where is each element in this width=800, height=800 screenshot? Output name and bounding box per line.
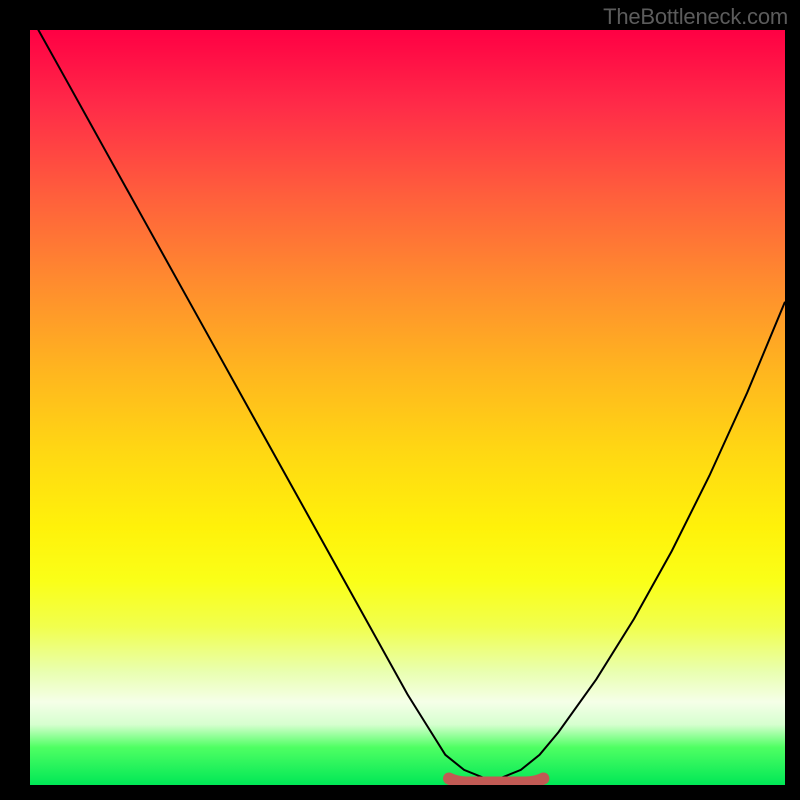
chart-svg	[30, 30, 785, 785]
chart-frame: TheBottleneck.com	[0, 0, 800, 800]
plot-area	[30, 30, 785, 785]
watermark-text: TheBottleneck.com	[603, 4, 788, 30]
optimal-region-highlight	[449, 779, 543, 783]
bottleneck-curve-line	[30, 30, 785, 777]
